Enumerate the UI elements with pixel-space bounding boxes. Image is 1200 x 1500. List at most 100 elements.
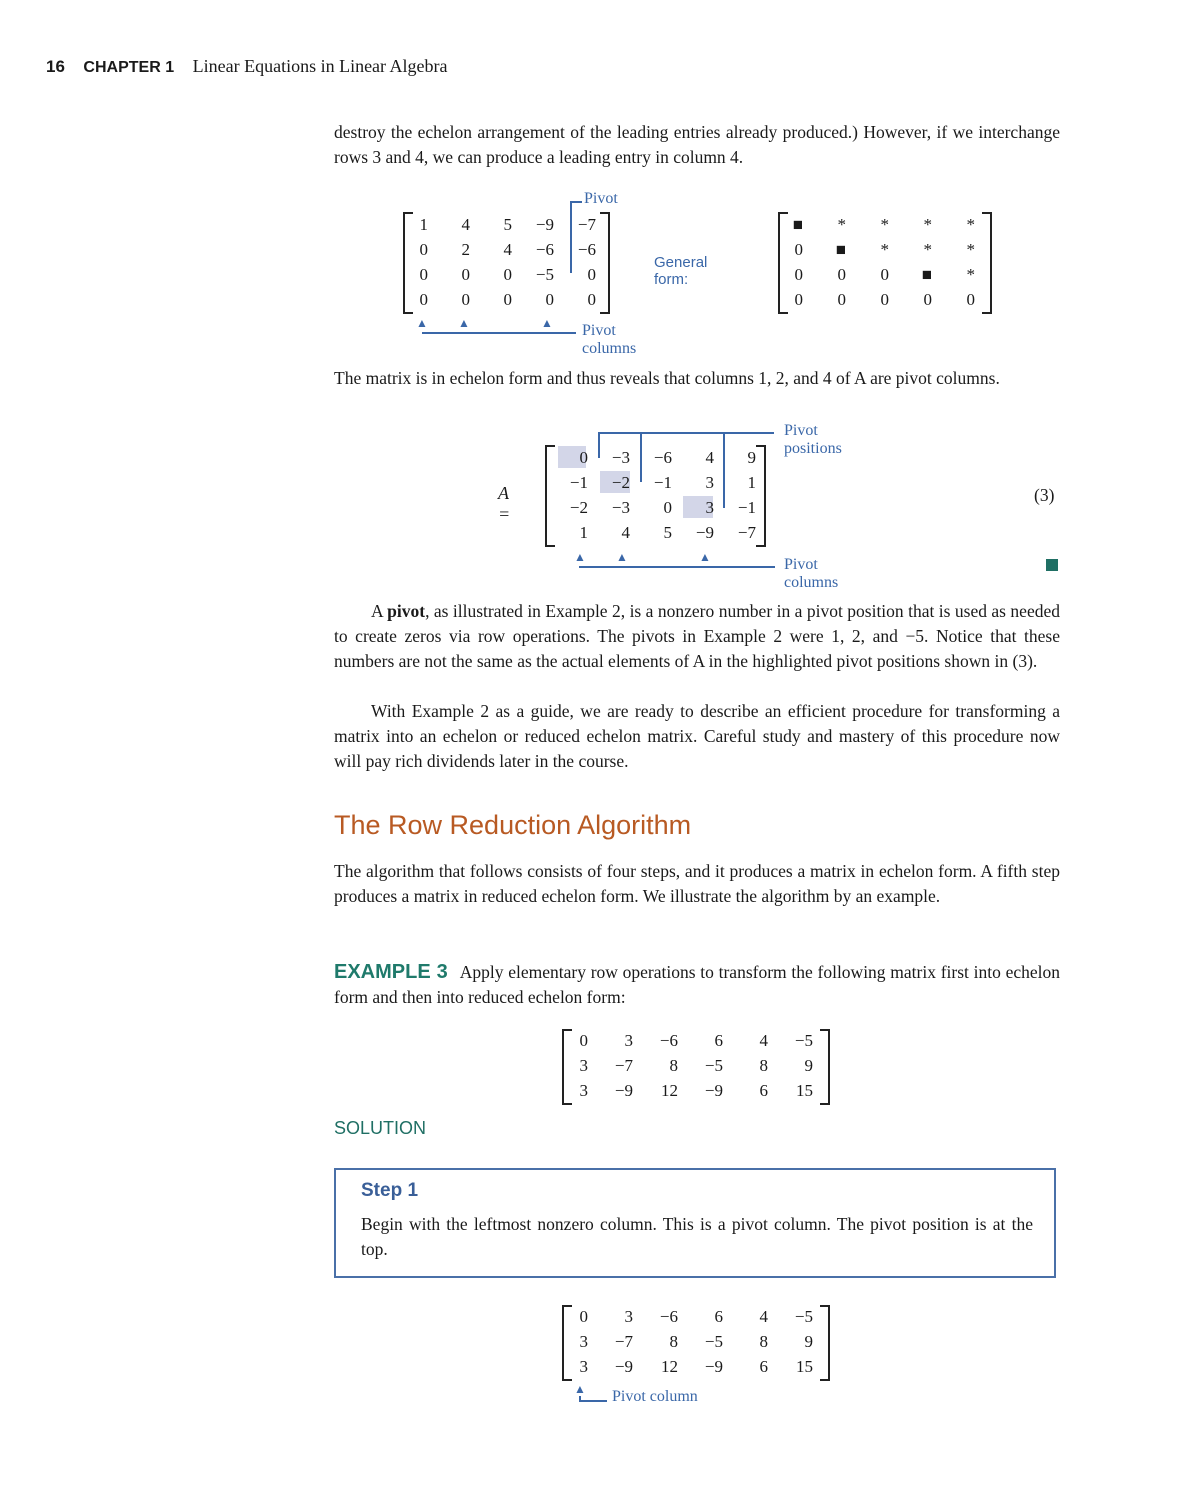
matrix-cell: 0 [794,290,804,309]
matrix-cell: 15 [796,1081,813,1100]
matrix-cell: 0 [663,498,673,517]
right-bracket [820,1305,830,1381]
matrix-cell: 0 [461,290,471,309]
matrix-cell: −6 [577,240,596,259]
matrix-cell: 0 [880,265,890,284]
text: A [371,601,388,621]
matrix-cell: 8 [759,1332,769,1351]
page-number: 16 [46,57,65,76]
matrix-cell: 0 [419,265,429,284]
matrix-cell: * [966,240,976,259]
matrix-cell: 0 [419,240,429,259]
arrow-up-icon: ▲ [574,1382,586,1396]
matrix-cell: 3 [579,1081,589,1100]
matrix-cell: −6 [659,1307,678,1326]
pivot-columns-label: Pivot columns [582,322,637,357]
matrix-cell: −5 [794,1031,813,1050]
matrix-cell: −5 [794,1307,813,1326]
matrix-cell: 0 [966,290,976,309]
right-bracket [820,1029,830,1105]
matrix-cell: 6 [714,1307,724,1326]
matrix-cell: 0 [837,265,847,284]
matrix-cell: −7 [577,215,596,234]
matrix-cell: 0 [837,290,847,309]
matrix-cell: −3 [611,448,630,467]
matrix-cell: 3 [579,1056,589,1075]
running-header: 16 CHAPTER 1 Linear Equations in Linear … [46,56,448,77]
term-pivot: pivot [387,601,426,621]
matrix-cell: * [966,215,976,234]
end-of-example-mark [1046,559,1058,571]
solution-label: SOLUTION [334,1118,427,1138]
matrix-cell: 6 [759,1081,769,1100]
matrix-cell: 12 [661,1357,678,1376]
matrix-cell: 4 [621,523,631,542]
right-bracket [982,212,992,314]
right-bracket [600,212,610,314]
matrix-cell: 8 [669,1056,679,1075]
matrix-cell: −3 [611,498,630,517]
matrix-cell: 0 [880,290,890,309]
matrix-cell: −1 [653,473,672,492]
matrix-cell: 3 [624,1307,634,1326]
matrix-cell: 5 [503,215,513,234]
matrix-cell: −5 [535,265,554,284]
matrix-cell: 0 [545,290,555,309]
matrix-cell: 6 [759,1357,769,1376]
matrix-cell: 0 [503,290,513,309]
matrix-cell: 3 [705,473,715,492]
matrix-cell: −7 [737,523,756,542]
arrow-up-icon: ▲ [416,316,428,330]
matrix-cell: −6 [653,448,672,467]
pivot-columns-label: Pivot columns [784,556,839,591]
matrix-cell: −7 [614,1056,633,1075]
matrix-cell: −9 [704,1081,723,1100]
paragraph-pivot-columns: The matrix is in echelon form and thus r… [334,368,1000,388]
matrix-cell: 1 [747,473,757,492]
matrix-cell: 12 [661,1081,678,1100]
section-paragraph: The algorithm that follows consists of f… [334,861,1060,906]
matrix-cell: −1 [569,473,588,492]
matrix-cell: 4 [461,215,471,234]
matrix-cell: 5 [663,523,673,542]
matrix-cell: −9 [704,1357,723,1376]
matrix-cell: 0 [579,1307,589,1326]
matrix-cell: 9 [804,1332,814,1351]
right-bracket [756,445,766,547]
matrix-cell: 1 [419,215,429,234]
matrix-cell: 3 [624,1031,634,1050]
equation-number: (3) [1034,485,1055,505]
chapter-title: Linear Equations in Linear Algebra [192,56,448,76]
matrix-cell: 8 [759,1056,769,1075]
matrix-cell: 1 [579,523,589,542]
pivot-positions-label: Pivot positions [784,422,842,457]
example-3: EXAMPLE 3 Apply elementary row operations… [334,960,1060,1010]
matrix-cell: 3 [579,1357,589,1376]
matrix-cell: −9 [695,523,714,542]
matrix-cell: * [837,215,847,234]
example-label: EXAMPLE 3 [334,961,448,983]
matrix-cell: 0 [794,240,804,259]
matrix-cell: 0 [923,290,933,309]
matrix-cell: 4 [759,1307,769,1326]
step-body: Begin with the leftmost nonzero column. … [361,1214,1033,1259]
matrix-cell: −1 [737,498,756,517]
matrix-cell: −5 [704,1056,723,1075]
matrix-cell: −6 [535,240,554,259]
pivot-pointer-line [570,201,572,273]
step-title: Step 1 [361,1180,419,1201]
matrix-cell: −9 [535,215,554,234]
pivot-columns-line [422,332,576,334]
matrix-cell: 0 [587,265,597,284]
chapter-label: CHAPTER 1 [83,59,175,76]
matrix-cell: −6 [659,1031,678,1050]
matrix-cell: 15 [796,1357,813,1376]
matrix-cell: −2 [569,498,588,517]
matrix-cell: −9 [614,1357,633,1376]
matrix-cell: 0 [579,448,589,467]
matrix-cell: * [923,240,933,259]
pivot-label: Pivot [584,190,618,207]
pivot-positions-line [598,432,774,434]
pivot-column-line [579,1400,607,1402]
matrix-cell: 2 [461,240,471,259]
